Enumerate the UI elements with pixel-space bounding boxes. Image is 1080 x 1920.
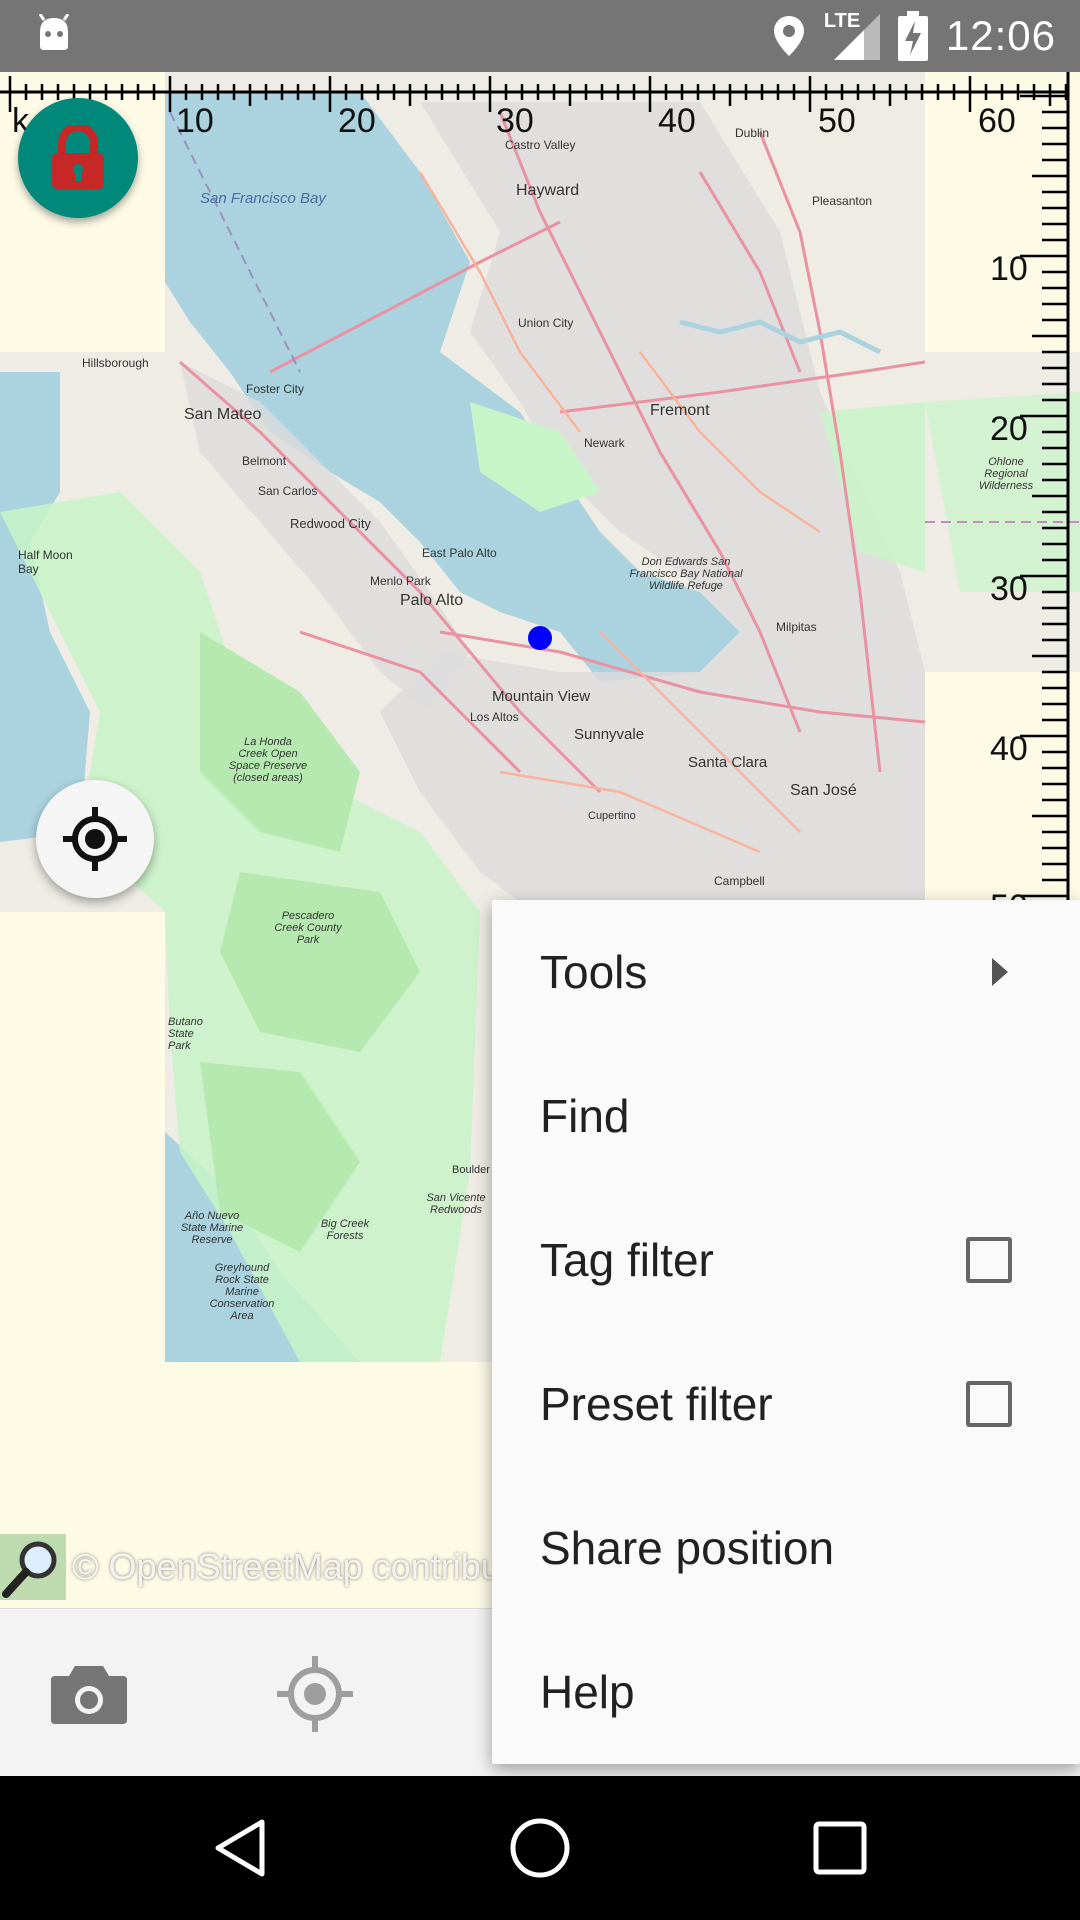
- zoom-magnifier-icon[interactable]: [0, 1534, 66, 1600]
- attribution-text: © OpenStreetMap contribu: [72, 1546, 501, 1587]
- menu-item-tools[interactable]: Tools: [492, 900, 1080, 1044]
- menu-item-label: Tag filter: [540, 1234, 714, 1286]
- scale-label-right: 10: [990, 250, 1028, 288]
- menu-item-tag-filter[interactable]: Tag filter: [492, 1188, 1080, 1332]
- menu-item-help[interactable]: Help: [492, 1620, 1080, 1764]
- tag-filter-checkbox[interactable]: [966, 1237, 1012, 1283]
- map-label: Hayward: [516, 182, 580, 199]
- menu-item-label: Tools: [540, 946, 648, 998]
- scale-label-top: 60: [978, 102, 1016, 140]
- overflow-menu: Tools Find Tag filter Preset filter Shar…: [492, 900, 1080, 1764]
- scale-label-top: 20: [338, 102, 376, 140]
- map-label: Big Creek Forests: [320, 1218, 370, 1242]
- menu-item-find[interactable]: Find: [492, 1044, 1080, 1188]
- map-label: San Vicente Redwoods: [426, 1192, 486, 1216]
- back-button[interactable]: [204, 1812, 276, 1884]
- gps-icon: [277, 1656, 353, 1732]
- follow-position-button[interactable]: [36, 780, 154, 898]
- android-icon: [38, 14, 70, 50]
- map-label: Don Edwards San Francisco Bay National W…: [629, 556, 743, 592]
- map-label: Belmont: [242, 454, 287, 468]
- map-label: Half Moon Bay: [18, 548, 73, 576]
- scale-label-top: 40: [658, 102, 696, 140]
- submenu-arrow-icon: [992, 958, 1008, 986]
- menu-item-label: Preset filter: [540, 1378, 773, 1430]
- gps-button[interactable]: [270, 1649, 360, 1739]
- scale-ruler-right: [1020, 72, 1070, 902]
- map-label: Fremont: [650, 402, 710, 419]
- navigation-bar: [0, 1776, 1080, 1920]
- map-label: Milpitas: [776, 620, 817, 634]
- battery-charging-icon: [897, 11, 928, 61]
- home-circle-icon: [510, 1818, 570, 1878]
- map-label: Pescadero Creek County Park: [274, 910, 342, 946]
- map-label: Dublin: [735, 126, 770, 140]
- menu-item-share-position[interactable]: Share position: [492, 1476, 1080, 1620]
- map-label: Butano State Park: [168, 1016, 203, 1052]
- map-label: Los Altos: [470, 710, 519, 724]
- recents-square-icon: [813, 1821, 867, 1875]
- map-label: La Honda Creek Open Space Preserve (clos…: [228, 736, 308, 784]
- menu-item-label: Find: [540, 1090, 630, 1142]
- signal-icon: LTE: [824, 10, 880, 62]
- map-label: Campbell: [714, 874, 765, 888]
- scale-label-right: 20: [990, 410, 1028, 448]
- map-label: San Mateo: [184, 406, 262, 423]
- map-label: Mountain View: [492, 688, 591, 705]
- map-label: San Francisco Bay: [200, 190, 326, 207]
- preset-filter-checkbox[interactable]: [966, 1381, 1012, 1427]
- scale-ruler-top: [0, 76, 1068, 112]
- map-label: Menlo Park: [370, 574, 431, 588]
- map-label: San Carlos: [258, 484, 318, 498]
- map-label: East Palo Alto: [422, 546, 497, 560]
- scale-label-right: 30: [990, 570, 1028, 608]
- camera-button[interactable]: [44, 1649, 134, 1739]
- gps-fixed-icon: [63, 807, 127, 871]
- lock-icon: [52, 125, 104, 189]
- status-bar: LTE 12:06: [0, 0, 1080, 72]
- menu-item-preset-filter[interactable]: Preset filter: [492, 1332, 1080, 1476]
- map-label: Sunnyvale: [574, 726, 645, 743]
- map-label: Redwood City: [290, 516, 371, 531]
- map-attribution: © OpenStreetMap contribu: [0, 1532, 501, 1602]
- map-label: Pleasanton: [812, 194, 873, 208]
- recents-button[interactable]: [804, 1812, 876, 1884]
- location-pin-icon: [773, 16, 804, 56]
- back-triangle-icon: [215, 1819, 265, 1877]
- map-label: Año Nuevo State Marine Reserve: [180, 1210, 244, 1246]
- scale-label-top: 10: [176, 102, 214, 140]
- lock-button[interactable]: [18, 98, 138, 218]
- map-label: Foster City: [246, 382, 305, 396]
- clock: 12:06: [945, 12, 1056, 59]
- map-label: Greyhound Rock State Marine Conservation…: [209, 1262, 275, 1322]
- scale-label-top: 50: [818, 102, 856, 140]
- menu-item-label: Help: [540, 1666, 635, 1718]
- camera-icon: [51, 1666, 127, 1724]
- home-button[interactable]: [504, 1812, 576, 1884]
- map-label: Santa Clara: [688, 754, 768, 771]
- map-label: Newark: [584, 436, 625, 450]
- scale-label-top: 30: [496, 102, 534, 140]
- menu-item-label: Share position: [540, 1522, 835, 1574]
- map-label: Palo Alto: [400, 592, 464, 609]
- map-label: Hillsborough: [82, 356, 149, 370]
- map-label: Union City: [518, 316, 574, 330]
- current-position-dot: [528, 626, 552, 650]
- scale-label-right: 40: [990, 730, 1028, 768]
- map-label: San José: [790, 782, 857, 799]
- map-label: Cupertino: [588, 810, 636, 822]
